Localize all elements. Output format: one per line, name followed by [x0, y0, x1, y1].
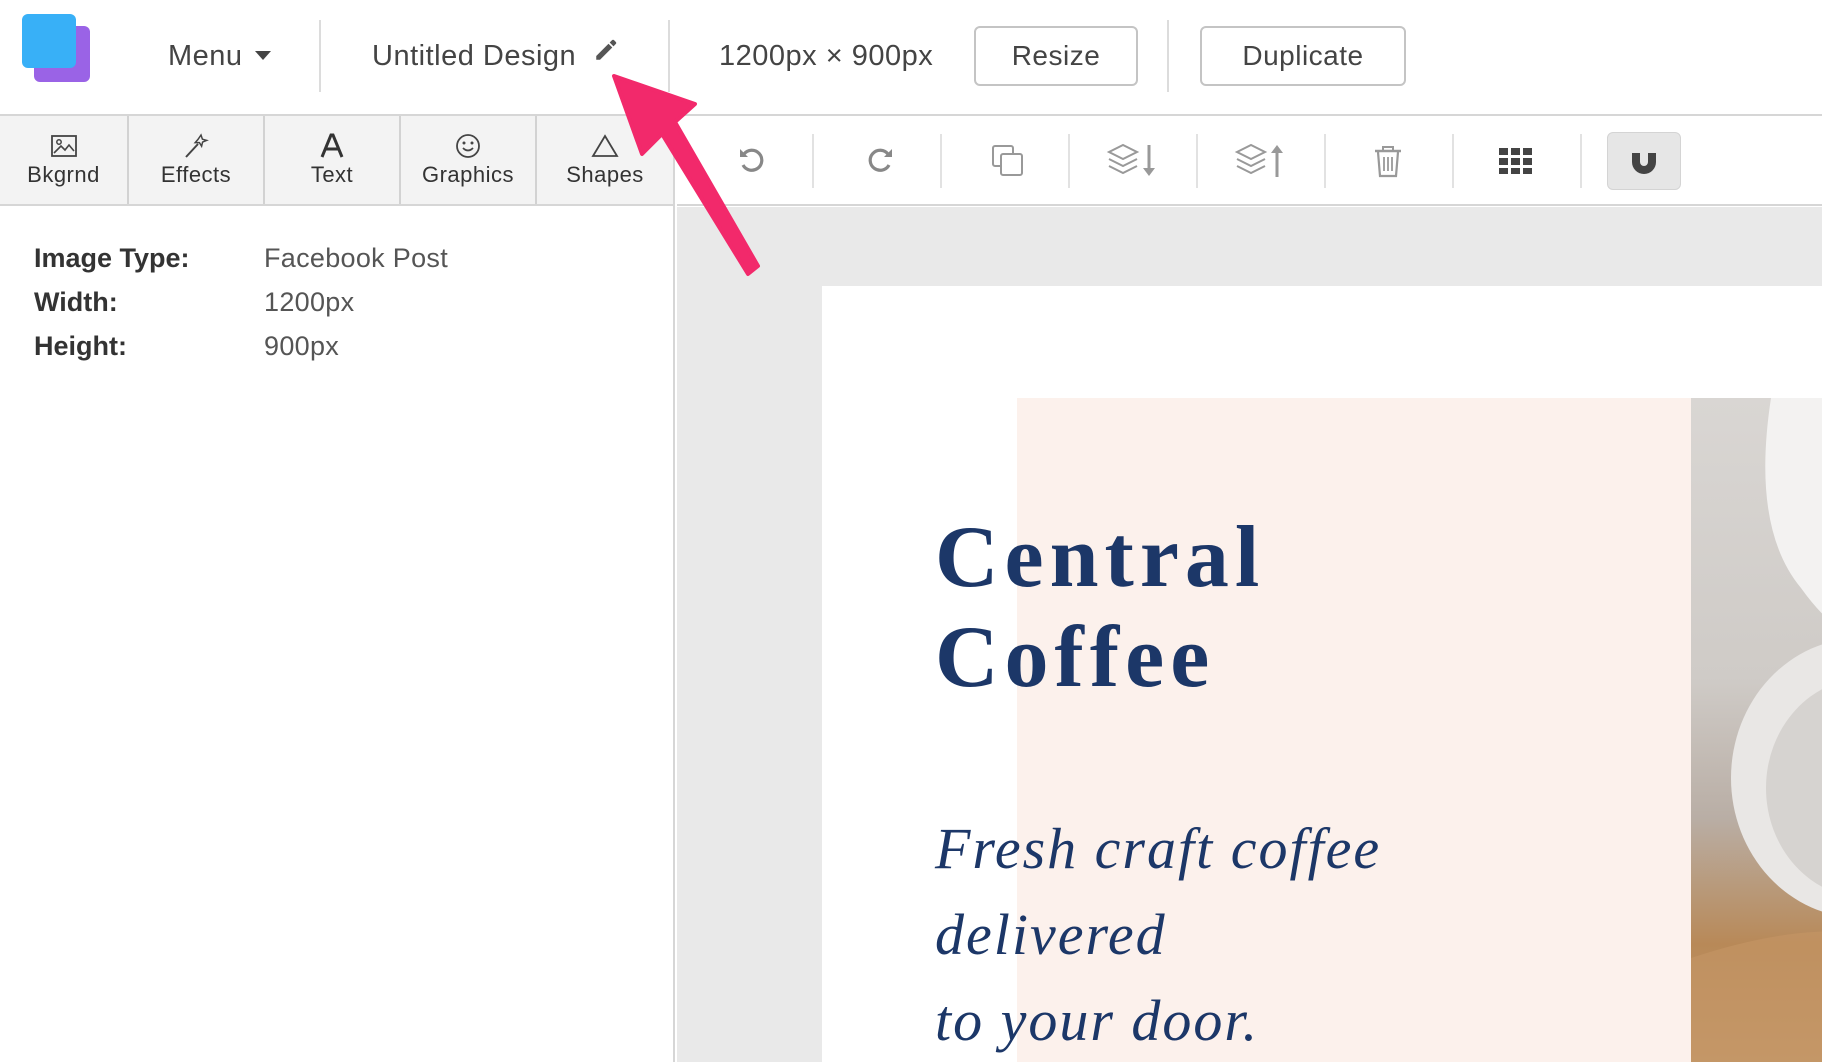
tab-label: Graphics [421, 162, 515, 187]
divider [1196, 134, 1198, 188]
coffee-photo[interactable] [1691, 398, 1822, 1062]
tab-label: Text [310, 162, 354, 187]
app-logo[interactable] [22, 14, 90, 82]
tab-label: Effects [160, 162, 232, 187]
info-value: 1200px [264, 286, 355, 317]
info-key: Width: [34, 286, 118, 317]
divider [812, 134, 814, 188]
canvas-area: Central Coffee Fresh craft coffee delive… [677, 207, 1822, 1062]
duplicate-button[interactable]: Duplicate [1200, 26, 1406, 86]
copy-icon[interactable] [980, 133, 1036, 189]
design-title-editor[interactable]: Untitled Design [372, 36, 619, 77]
tab-background[interactable]: Bkgrnd [0, 116, 129, 204]
divider [319, 20, 321, 92]
pencil-icon[interactable] [593, 34, 619, 74]
layer-down-icon[interactable] [1105, 133, 1161, 189]
tab-shapes[interactable]: Shapes [537, 116, 673, 204]
headline-text[interactable]: Central Coffee [935, 508, 1265, 708]
design-page[interactable]: Central Coffee Fresh craft coffee delive… [822, 286, 1822, 1062]
divider [1068, 134, 1070, 188]
design-title: Untitled Design [372, 40, 577, 72]
smiley-icon [455, 132, 481, 160]
tab-effects[interactable]: Effects [129, 116, 265, 204]
undo-icon[interactable] [724, 133, 780, 189]
magic-wand-icon [182, 132, 210, 160]
divider [1324, 134, 1326, 188]
tab-label: Bkgrnd [27, 162, 100, 187]
divider [1452, 134, 1454, 188]
image-info: Image Type: Facebook Post Width: 1200px … [34, 236, 448, 368]
image-icon [50, 132, 77, 160]
top-bar: Menu Untitled Design 1200px × 900px Resi… [0, 0, 1822, 116]
menu-button[interactable]: Menu [168, 36, 271, 76]
divider [1167, 20, 1169, 92]
tagline-line: to your door. [935, 988, 1260, 1053]
resize-button[interactable]: Resize [974, 26, 1138, 86]
info-row-height: Height: 900px [34, 324, 448, 368]
text-icon [319, 132, 345, 160]
divider [1580, 134, 1582, 188]
editor-toolbar [677, 116, 1822, 206]
layer-up-icon[interactable] [1233, 133, 1289, 189]
redo-icon[interactable] [852, 133, 908, 189]
magnet-icon[interactable] [1607, 132, 1681, 190]
canvas-dimensions: 1200px × 900px [719, 40, 934, 72]
divider [940, 134, 942, 188]
tagline-text[interactable]: Fresh craft coffee delivered to your doo… [935, 806, 1625, 1062]
tagline-line: Fresh craft coffee delivered [935, 816, 1382, 967]
chevron-down-icon [254, 50, 271, 60]
info-row-width: Width: 1200px [34, 280, 448, 324]
menu-label: Menu [168, 40, 243, 72]
panel-tabs: Bkgrnd Effects Text Graphics Shapes [0, 116, 673, 206]
info-key: Image Type: [34, 242, 190, 273]
headline-line: Coffee [935, 609, 1216, 706]
trash-icon[interactable] [1360, 133, 1416, 189]
info-value: 900px [264, 330, 340, 361]
info-value: Facebook Post [264, 242, 449, 273]
grid-icon[interactable] [1488, 133, 1544, 189]
left-panel: Bkgrnd Effects Text Graphics Shapes Imag… [0, 116, 675, 1062]
info-row-type: Image Type: Facebook Post [34, 236, 448, 280]
headline-line: Central [935, 509, 1266, 606]
triangle-icon [591, 132, 619, 160]
tab-text[interactable]: Text [265, 116, 401, 204]
tab-graphics[interactable]: Graphics [401, 116, 537, 204]
divider [668, 20, 670, 92]
tab-label: Shapes [566, 162, 644, 187]
info-key: Height: [34, 330, 127, 361]
logo-front-square [22, 14, 76, 68]
